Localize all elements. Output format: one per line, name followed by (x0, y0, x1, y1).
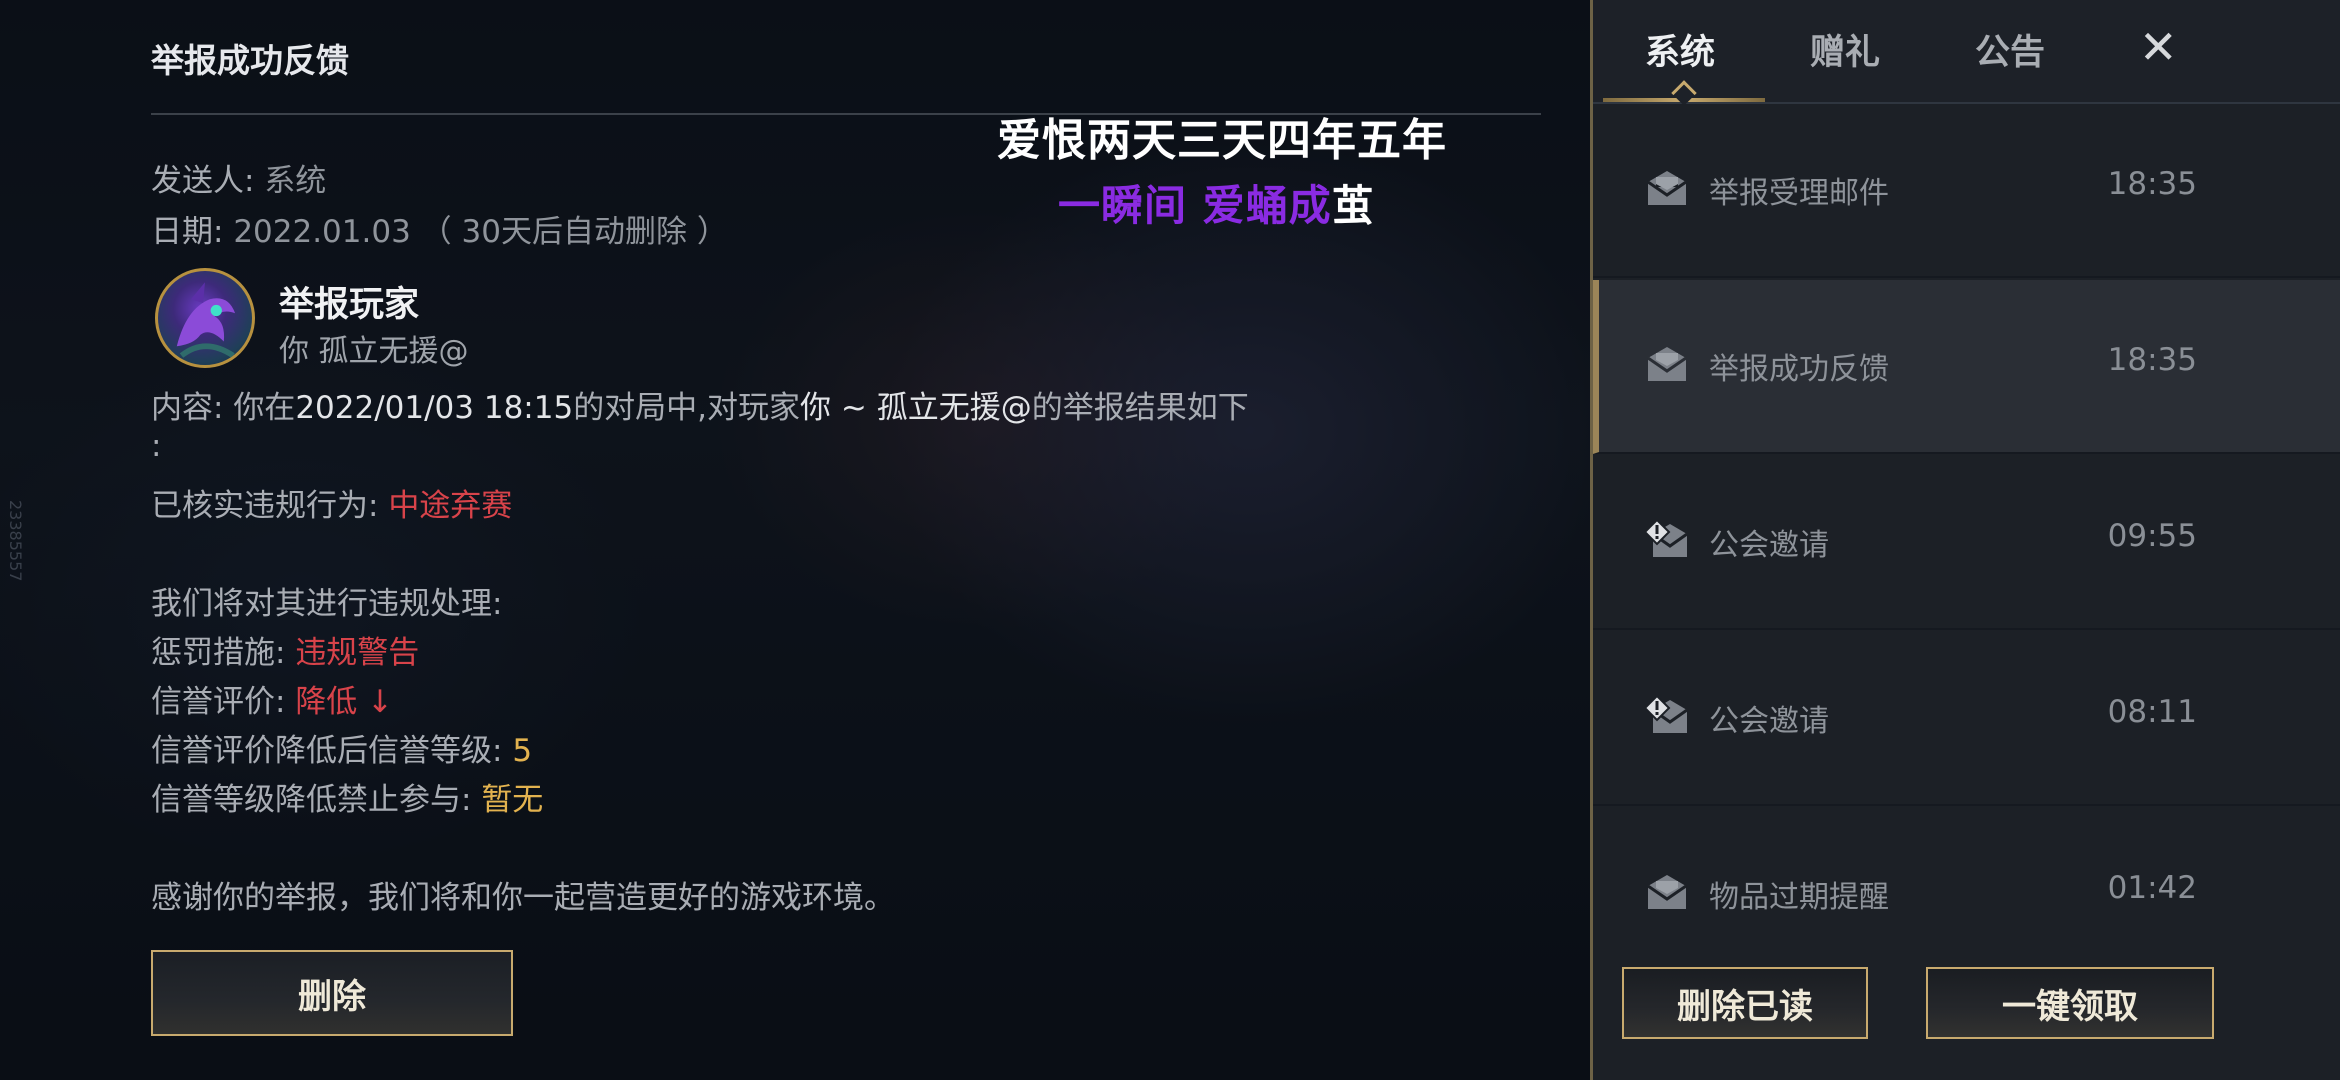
credit-label: 信誉评价: (151, 684, 286, 720)
delete-read-button[interactable]: 删除已读 (1622, 967, 1868, 1039)
tab-notice[interactable]: 公告 (1975, 24, 2045, 75)
mail-list-panel: 系统 赠礼 公告 ✕ 举报受理邮件 18:35 举报成功反馈 18:35 公会邀… (1590, 0, 2340, 1080)
mail-list-item[interactable]: 物品过期提醒 01:42 (1593, 808, 2340, 950)
claim-all-button[interactable]: 一键领取 (1926, 967, 2214, 1039)
tab-bar: 系统 赠礼 公告 ✕ (1593, 0, 2340, 106)
content-label: 内容: (151, 390, 224, 426)
mail-list-item-selected[interactable]: 举报成功反馈 18:35 (1593, 280, 2340, 454)
ban-value: 暂无 (481, 782, 544, 818)
content-text-1: 你在 (233, 390, 296, 426)
mail-item-time: 18:35 (2107, 166, 2197, 202)
date-label: 日期: (151, 214, 224, 250)
mail-list: 举报受理邮件 18:35 举报成功反馈 18:35 公会邀请 09:55 公会邀… (1593, 104, 2340, 950)
credit-value: 降低 ↓ (295, 684, 394, 720)
sender-label: 发送人: (151, 163, 255, 199)
mail-list-item[interactable]: 举报受理邮件 18:35 (1593, 104, 2340, 278)
tab-system[interactable]: 系统 (1645, 24, 1715, 75)
verified-row: 已核实违规行为: 中途弃赛 (151, 480, 512, 525)
credit-row: 信誉评价: 降低 ↓ (151, 676, 393, 721)
content-datetime: 2022/01/03 18:15 (295, 390, 574, 426)
penalty-label: 惩罚措施: (151, 635, 286, 671)
reporter-title: 举报玩家 (279, 285, 420, 325)
mail-list-item[interactable]: 公会邀请 09:55 (1593, 456, 2340, 630)
credit-level-value: 5 (512, 733, 533, 769)
verified-value: 中途弃赛 (388, 488, 513, 524)
tab-gift[interactable]: 赠礼 (1810, 24, 1880, 75)
penalty-row: 惩罚措施: 违规警告 (151, 627, 419, 672)
penalty-value: 违规警告 (295, 635, 420, 671)
mail-item-time: 09:55 (2107, 518, 2197, 554)
ban-label: 信誉等级降低禁止参与: (151, 782, 472, 818)
sender-value: 系统 (264, 163, 327, 199)
mail-item-title: 公会邀请 (1709, 704, 1829, 739)
date-value: 2022.01.03 (233, 214, 411, 250)
mail-read-icon (1645, 168, 1689, 208)
mail-title: 举报成功反馈 (151, 41, 349, 80)
credit-level-label: 信誉评价降低后信誉等级: (151, 733, 503, 769)
delete-mail-button[interactable]: 删除 (151, 950, 513, 1036)
panel-actions: 删除已读 一键领取 (1593, 960, 2340, 1080)
mail-item-time: 08:11 (2107, 694, 2197, 730)
thanks-text: 感谢你的举报，我们将和你一起营造更好的游戏环境。 (151, 880, 895, 916)
mail-list-item[interactable]: 公会邀请 08:11 (1593, 632, 2340, 806)
watermark-text: 23385557 (6, 500, 25, 582)
overlay-caption-white: 茧 (1331, 181, 1375, 230)
mail-item-title: 物品过期提醒 (1709, 880, 1889, 915)
content-colon: : (151, 428, 162, 464)
mail-item-title: 举报成功反馈 (1709, 352, 1889, 387)
mail-item-title: 公会邀请 (1709, 528, 1829, 563)
process-intro: 我们将对其进行违规处理: (151, 586, 503, 622)
champion-portrait-icon (176, 282, 236, 358)
mail-item-time: 01:42 (2107, 870, 2197, 906)
overlay-caption-line1: 爱恨两天三天四年五年 (997, 115, 1447, 166)
content-player-name: 你 ~ 孤立无援@ (800, 390, 1032, 426)
date-auto-delete-note: （ 30天后自动删除 ） (420, 214, 728, 250)
mail-read-icon (1645, 872, 1689, 912)
verified-label: 已核实违规行为: (151, 488, 379, 524)
mail-item-title: 举报受理邮件 (1709, 176, 1889, 211)
reporter-subtitle: 你 孤立无援@ (279, 334, 469, 369)
overlay-caption-line2: 一瞬间 爱蛹成茧 (1058, 172, 1375, 233)
content-text-3: 的举报结果如下 (1031, 390, 1249, 426)
mail-read-icon (1645, 344, 1689, 384)
credit-level-row: 信誉评价降低后信誉等级: 5 (151, 725, 532, 770)
content-row: 内容: 你在2022/01/03 18:15的对局中,对玩家你 ~ 孤立无援@的… (151, 382, 1249, 427)
sender-row: 发送人: 系统 (151, 155, 326, 200)
mail-alert-icon (1645, 520, 1689, 560)
overlay-caption-purple: 一瞬间 爱蛹成 (1058, 181, 1332, 230)
content-text-2: 的对局中,对玩家 (573, 390, 801, 426)
close-icon[interactable]: ✕ (2139, 20, 2178, 74)
ban-row: 信誉等级降低禁止参与: 暂无 (151, 774, 543, 819)
mail-item-time: 18:35 (2107, 342, 2197, 378)
reporter-avatar (155, 268, 255, 368)
date-row: 日期: 2022.01.03 （ 30天后自动删除 ） (151, 206, 728, 251)
mail-alert-icon (1645, 696, 1689, 736)
